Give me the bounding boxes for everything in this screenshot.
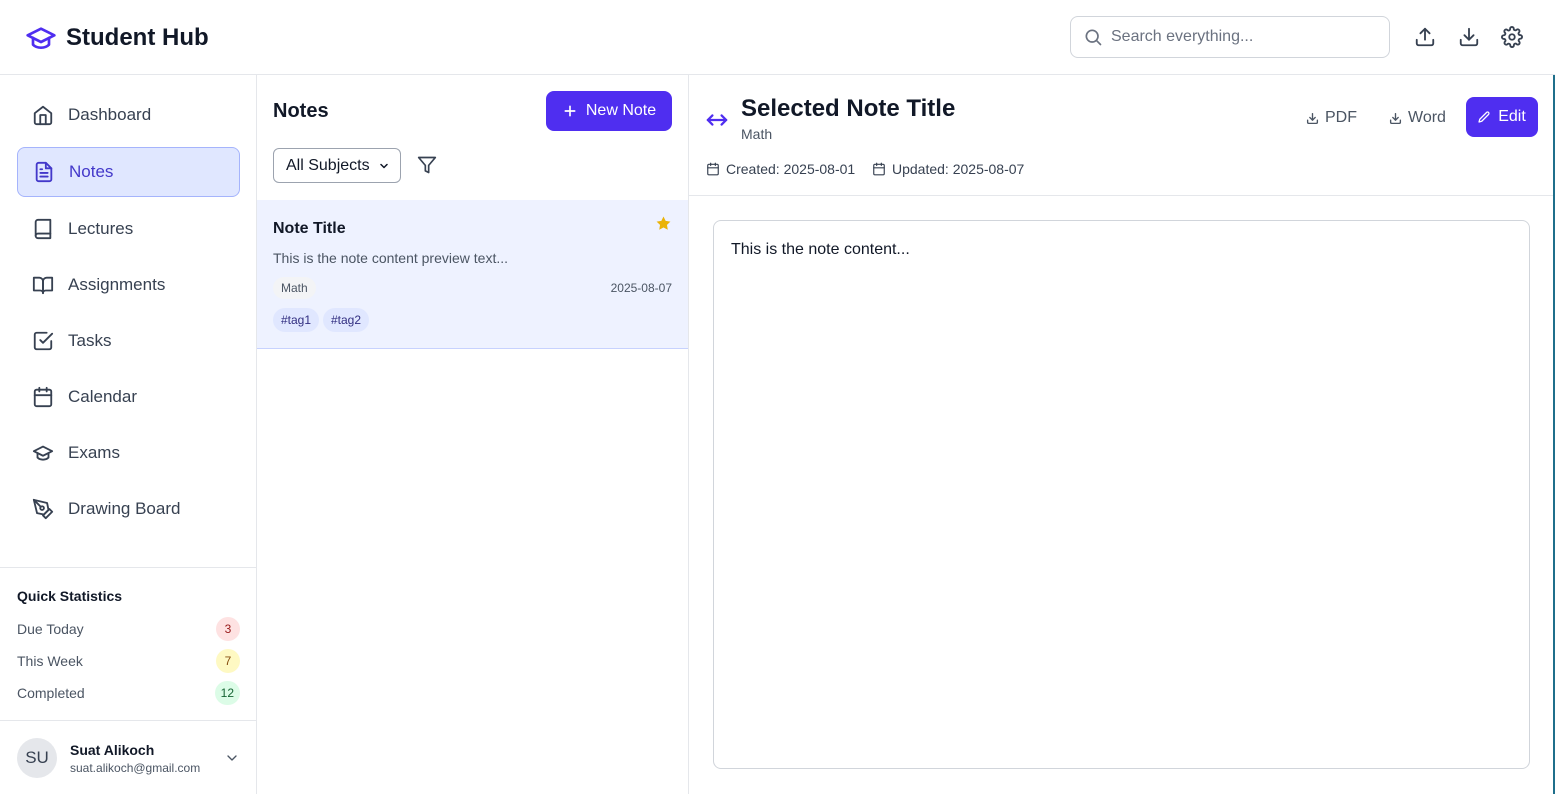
stat-this-week: This Week 7 bbox=[17, 649, 240, 673]
export-word-button[interactable]: Word bbox=[1389, 106, 1446, 130]
upload-icon[interactable] bbox=[1414, 26, 1436, 48]
subject-filter-value: All Subjects bbox=[286, 156, 370, 174]
calendar-icon bbox=[873, 162, 885, 176]
sidebar-item-label: Assignments bbox=[68, 275, 166, 294]
download-icon bbox=[1306, 112, 1319, 124]
stat-badge: 7 bbox=[216, 649, 240, 673]
sidebar-item-exams[interactable]: Exams bbox=[17, 428, 240, 478]
chevron-down-icon bbox=[380, 163, 388, 168]
notes-panel: Notes New Note All Subjects Note Title T… bbox=[257, 75, 689, 794]
sidebar-item-label: Exams bbox=[68, 443, 120, 462]
subject-filter-select[interactable]: All Subjects bbox=[273, 148, 401, 183]
search-icon bbox=[1085, 29, 1102, 46]
new-note-label: New Note bbox=[585, 102, 657, 119]
selected-note-title: Selected Note Title bbox=[741, 95, 956, 122]
stat-badge: 12 bbox=[214, 681, 240, 705]
home-icon bbox=[33, 105, 53, 126]
plus-icon bbox=[564, 105, 576, 117]
edit-button[interactable]: Edit bbox=[1466, 97, 1538, 137]
notes-title: Notes bbox=[273, 100, 329, 122]
calendar-icon bbox=[33, 386, 53, 408]
updated-text: Updated: 2025-08-07 bbox=[892, 161, 1025, 177]
filter-icon[interactable] bbox=[417, 155, 437, 175]
sidebar-item-label: Notes bbox=[69, 162, 114, 181]
sidebar-item-assignments[interactable]: Assignments bbox=[17, 260, 240, 310]
sidebar: Dashboard Notes Lectures Assignments Tas… bbox=[0, 75, 257, 794]
star-icon[interactable] bbox=[656, 216, 671, 231]
avatar: SU bbox=[17, 738, 57, 778]
graduation-cap-icon bbox=[26, 27, 56, 49]
chevron-down-icon[interactable] bbox=[224, 750, 240, 766]
note-preview: This is the note content preview text... bbox=[273, 250, 509, 266]
export-pdf-button[interactable]: PDF bbox=[1306, 106, 1357, 130]
sidebar-item-drawing-board[interactable]: Drawing Board bbox=[17, 484, 240, 534]
open-book-icon bbox=[32, 276, 54, 295]
sidebar-item-dashboard[interactable]: Dashboard bbox=[17, 90, 240, 140]
book-icon bbox=[34, 218, 52, 240]
stat-label: This Week bbox=[17, 653, 83, 669]
stat-label: Completed bbox=[17, 685, 85, 701]
sidebar-item-label: Tasks bbox=[68, 331, 112, 350]
settings-icon[interactable] bbox=[1501, 26, 1523, 48]
stats-title: Quick Statistics bbox=[17, 588, 123, 604]
sidebar-item-label: Calendar bbox=[68, 387, 137, 406]
user-name: Suat Alikoch bbox=[70, 742, 155, 758]
subject-chip: Math bbox=[273, 277, 316, 299]
graduation-cap-icon bbox=[32, 445, 54, 461]
quick-statistics: Quick Statistics Due Today 3 This Week 7… bbox=[0, 567, 256, 720]
sidebar-item-lectures[interactable]: Lectures bbox=[17, 204, 240, 254]
stat-badge: 3 bbox=[216, 617, 240, 641]
top-header: Student Hub bbox=[0, 0, 1555, 75]
new-note-button[interactable]: New Note bbox=[546, 91, 672, 131]
export-pdf-label: PDF bbox=[1325, 109, 1357, 126]
sidebar-item-tasks[interactable]: Tasks bbox=[17, 316, 240, 366]
user-email: suat.alikoch@gmail.com bbox=[70, 761, 201, 775]
note-detail: Selected Note Title Math Created: 2025-0… bbox=[689, 75, 1553, 794]
app-title: Student Hub bbox=[66, 24, 209, 51]
tag-chip[interactable]: #tag1 bbox=[273, 308, 320, 332]
code-icon bbox=[706, 114, 728, 126]
tag-chip[interactable]: #tag2 bbox=[323, 308, 370, 332]
pen-tool-icon bbox=[32, 498, 54, 520]
updated-date: Updated: 2025-08-07 bbox=[872, 161, 1024, 177]
document-icon bbox=[35, 161, 53, 183]
note-date: 2025-08-07 bbox=[610, 281, 672, 295]
sidebar-item-label: Dashboard bbox=[68, 105, 152, 124]
stat-completed: Completed 12 bbox=[17, 681, 240, 705]
calendar-icon bbox=[707, 162, 719, 176]
search-box[interactable] bbox=[1070, 16, 1390, 58]
created-date: Created: 2025-08-01 bbox=[706, 161, 855, 177]
stat-label: Due Today bbox=[17, 621, 84, 637]
sidebar-item-label: Lectures bbox=[68, 219, 134, 238]
export-word-label: Word bbox=[1408, 109, 1446, 126]
sidebar-item-calendar[interactable]: Calendar bbox=[17, 372, 240, 422]
download-icon[interactable] bbox=[1458, 26, 1480, 48]
note-detail-header: Selected Note Title Math Created: 2025-0… bbox=[689, 75, 1553, 196]
download-icon bbox=[1389, 112, 1402, 124]
brand[interactable]: Student Hub bbox=[25, 22, 209, 54]
note-title: Note Title bbox=[273, 220, 346, 237]
pencil-icon bbox=[1478, 111, 1490, 123]
selected-note-subject: Math bbox=[741, 126, 773, 142]
note-content: This is the note content... bbox=[731, 241, 910, 258]
edit-label: Edit bbox=[1498, 108, 1526, 125]
note-list-item[interactable]: Note Title This is the note content prev… bbox=[257, 200, 688, 349]
sidebar-item-label: Drawing Board bbox=[68, 499, 181, 518]
checkbox-icon bbox=[33, 331, 54, 351]
user-profile[interactable]: SU Suat Alikoch suat.alikoch@gmail.com bbox=[0, 720, 256, 794]
search-input[interactable] bbox=[1111, 28, 1371, 46]
sidebar-item-notes[interactable]: Notes bbox=[17, 147, 240, 197]
stat-due-today: Due Today 3 bbox=[17, 617, 240, 641]
created-text: Created: 2025-08-01 bbox=[726, 161, 856, 177]
note-content-area[interactable]: This is the note content... bbox=[713, 220, 1530, 769]
